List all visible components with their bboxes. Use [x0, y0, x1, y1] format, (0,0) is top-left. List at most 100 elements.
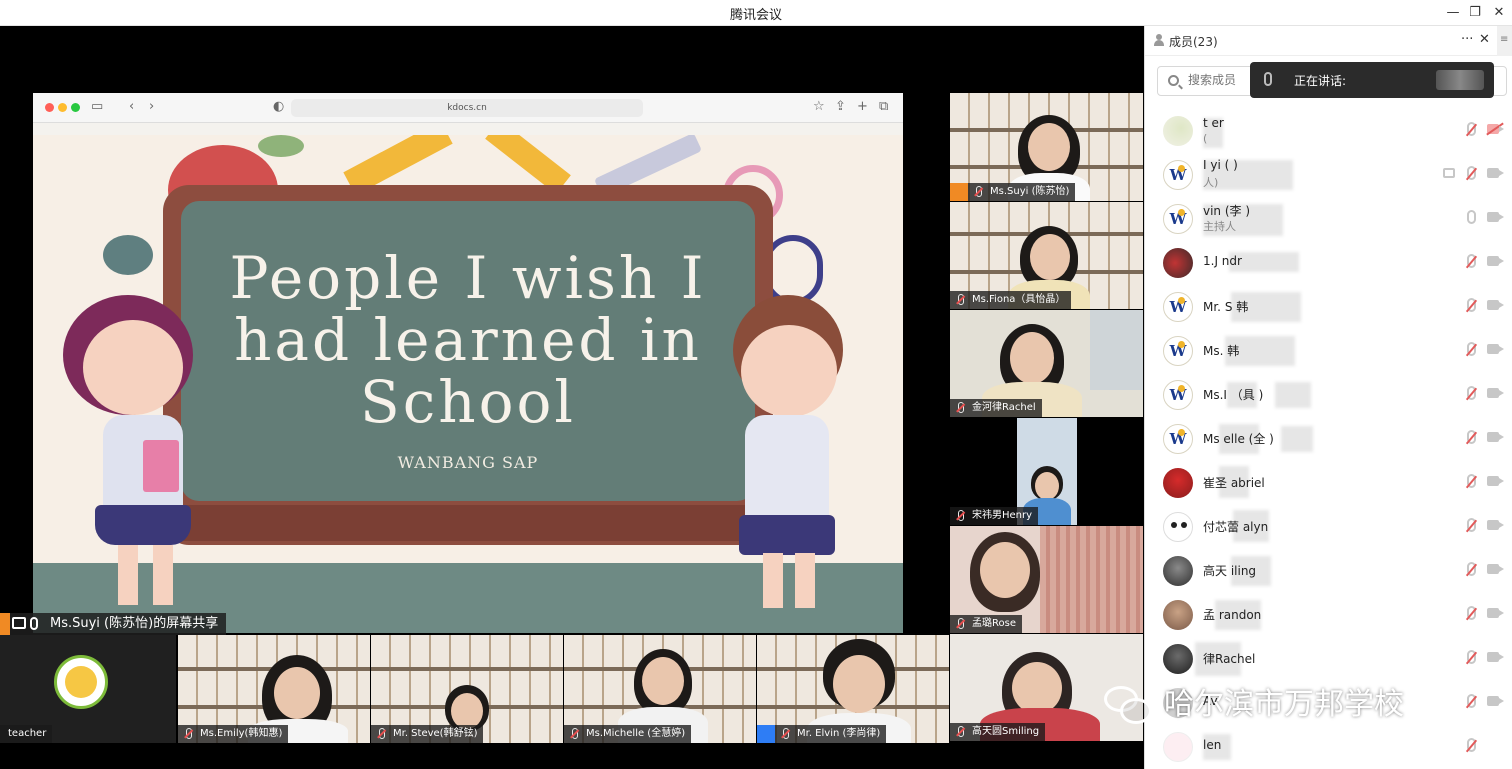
participant-name-tag: 孟璐Rose	[950, 615, 1022, 633]
host-indicator	[0, 613, 10, 635]
video-tile[interactable]: Mr. Elvin (李尚律)	[757, 635, 949, 743]
member-row[interactable]: W Ms. 韩	[1145, 328, 1512, 372]
members-title: 成员(23)	[1169, 35, 1218, 49]
camera-icon[interactable]	[1487, 608, 1504, 618]
member-row[interactable]: W I yi ( ) 人)	[1145, 152, 1512, 196]
tabs-icon: ⧉	[879, 99, 889, 114]
slide-title-line-3: School	[360, 368, 576, 436]
mic-muted-icon	[958, 402, 964, 413]
slide-title-line-1: People I wish I	[229, 244, 707, 312]
browser-close-dot	[45, 103, 54, 112]
slide-subtitle: WANBANG SAP	[397, 453, 539, 472]
new-tab-icon: +	[857, 99, 868, 114]
mic-icon	[30, 617, 38, 630]
mic-muted-icon	[976, 186, 982, 197]
camera-icon[interactable]	[1487, 520, 1504, 530]
video-tile[interactable]: Ms.Michelle (全慧婷)	[564, 635, 756, 743]
participant-name: 金河律Rachel	[972, 402, 1036, 413]
camera-icon[interactable]	[1487, 388, 1504, 398]
address-bar: kdocs.cn	[291, 99, 643, 117]
mic-muted-icon[interactable]	[1467, 298, 1476, 312]
member-name: t er	[1203, 116, 1224, 130]
cartoon-avatar	[1163, 732, 1193, 762]
member-row[interactable]: W Ms elle (全 )	[1145, 416, 1512, 460]
screen-share-icon[interactable]	[1443, 168, 1455, 178]
participant-face	[642, 657, 684, 705]
member-row[interactable]: W vin (李 ) 主持人	[1145, 196, 1512, 240]
avatar	[1163, 600, 1193, 630]
member-row[interactable]: 付芯蕾 alyn	[1145, 504, 1512, 548]
avatar	[1163, 116, 1193, 146]
mic-muted-icon[interactable]	[1467, 650, 1476, 664]
mic-muted-icon	[379, 728, 385, 739]
participant-name: Mr. Elvin (李尚律)	[797, 728, 881, 739]
more-options-button[interactable]: ···	[1461, 32, 1473, 47]
mic-muted-icon[interactable]	[1467, 122, 1476, 136]
shield-icon: ◐	[273, 99, 285, 114]
panda-avatar	[1163, 512, 1193, 542]
member-row[interactable]: 高天 iling	[1145, 548, 1512, 592]
mic-muted-icon[interactable]	[1467, 694, 1476, 708]
participant-name: Ms.Fiona（具怡晶）	[972, 294, 1066, 305]
close-button[interactable]: ✕	[1488, 3, 1510, 23]
minimize-button[interactable]: —	[1442, 3, 1464, 23]
member-name: 1.J ndr	[1203, 254, 1242, 268]
close-panel-button[interactable]: ✕	[1479, 32, 1490, 47]
mic-muted-icon[interactable]	[1467, 562, 1476, 576]
mic-muted-icon[interactable]	[1467, 738, 1476, 752]
member-row[interactable]: 崔圣 abriel	[1145, 460, 1512, 504]
video-tile[interactable]: Ms.Suyi (陈苏怡)	[950, 93, 1143, 201]
camera-icon[interactable]	[1487, 476, 1504, 486]
member-role: 人)	[1203, 176, 1219, 189]
video-tile[interactable]: 孟璐Rose	[950, 526, 1143, 633]
member-row[interactable]: 1.J ndr	[1145, 240, 1512, 284]
speaking-indicator: 正在讲话:	[1250, 62, 1494, 98]
camera-icon[interactable]	[1487, 652, 1504, 662]
restore-button[interactable]: ❐	[1464, 3, 1486, 23]
mic-muted-icon[interactable]	[1467, 166, 1476, 180]
member-row[interactable]: W Ms.I （具 )	[1145, 372, 1512, 416]
member-row[interactable]: len	[1145, 724, 1512, 768]
video-tile[interactable]: 宋祎男Henry	[950, 418, 1143, 525]
member-name: Ms elle (全 )	[1203, 432, 1274, 446]
camera-icon[interactable]	[1487, 212, 1504, 222]
video-tile[interactable]: 金河律Rachel	[950, 310, 1143, 417]
camera-icon[interactable]	[1487, 344, 1504, 354]
member-row[interactable]: W Mr. S 韩	[1145, 284, 1512, 328]
mic-muted-icon[interactable]	[1467, 606, 1476, 620]
mic-muted-icon[interactable]	[1467, 386, 1476, 400]
camera-icon[interactable]	[1487, 256, 1504, 266]
participant-name-tag: Mr. Elvin (李尚律)	[757, 725, 887, 743]
pushpin-decoration	[103, 235, 153, 275]
mic-muted-icon	[186, 728, 192, 739]
camera-icon[interactable]	[1487, 696, 1504, 706]
video-tile[interactable]: Mr. Steve(韩舒铉)	[371, 635, 563, 743]
participant-name-tag: teacher	[0, 725, 53, 743]
mic-muted-icon[interactable]	[1467, 518, 1476, 532]
members-panel: 成员(23) ··· ✕ ≡ 正在讲话: t er ( W	[1144, 26, 1512, 769]
camera-icon[interactable]	[1487, 564, 1504, 574]
mic-muted-icon[interactable]	[1467, 474, 1476, 488]
video-stage: ▭ ‹ › ◐ kdocs.cn ☆ ⇪ + ⧉ People I wish I…	[0, 26, 1144, 769]
mic-muted-icon[interactable]	[1467, 254, 1476, 268]
video-tile[interactable]: Ms.Emily(韩知惠)	[178, 635, 370, 743]
redaction	[1281, 426, 1313, 452]
member-row[interactable]: 律Rachel	[1145, 636, 1512, 680]
member-row[interactable]: t er (	[1145, 108, 1512, 152]
participant-name-tag: Ms.Emily(韩知惠)	[178, 725, 289, 743]
member-name: 孟 randon	[1203, 608, 1262, 622]
camera-icon[interactable]	[1487, 168, 1504, 178]
mic-muted-icon[interactable]	[1467, 342, 1476, 356]
mic-icon[interactable]	[1467, 210, 1476, 224]
camera-icon[interactable]	[1487, 432, 1504, 442]
camera-icon[interactable]	[1487, 300, 1504, 310]
mic-muted-icon[interactable]	[1467, 430, 1476, 444]
screen-share-icon	[12, 617, 26, 629]
video-tile[interactable]: Ms.Fiona（具怡晶）	[950, 202, 1143, 309]
camera-off-icon[interactable]	[1487, 124, 1504, 134]
panel-menu-strip[interactable]: ≡	[1497, 26, 1512, 56]
video-tile[interactable]: teacher	[0, 635, 176, 743]
member-row[interactable]: 孟 randon	[1145, 592, 1512, 636]
member-role: (	[1203, 132, 1208, 145]
school-logo-avatar: W	[1163, 336, 1193, 366]
